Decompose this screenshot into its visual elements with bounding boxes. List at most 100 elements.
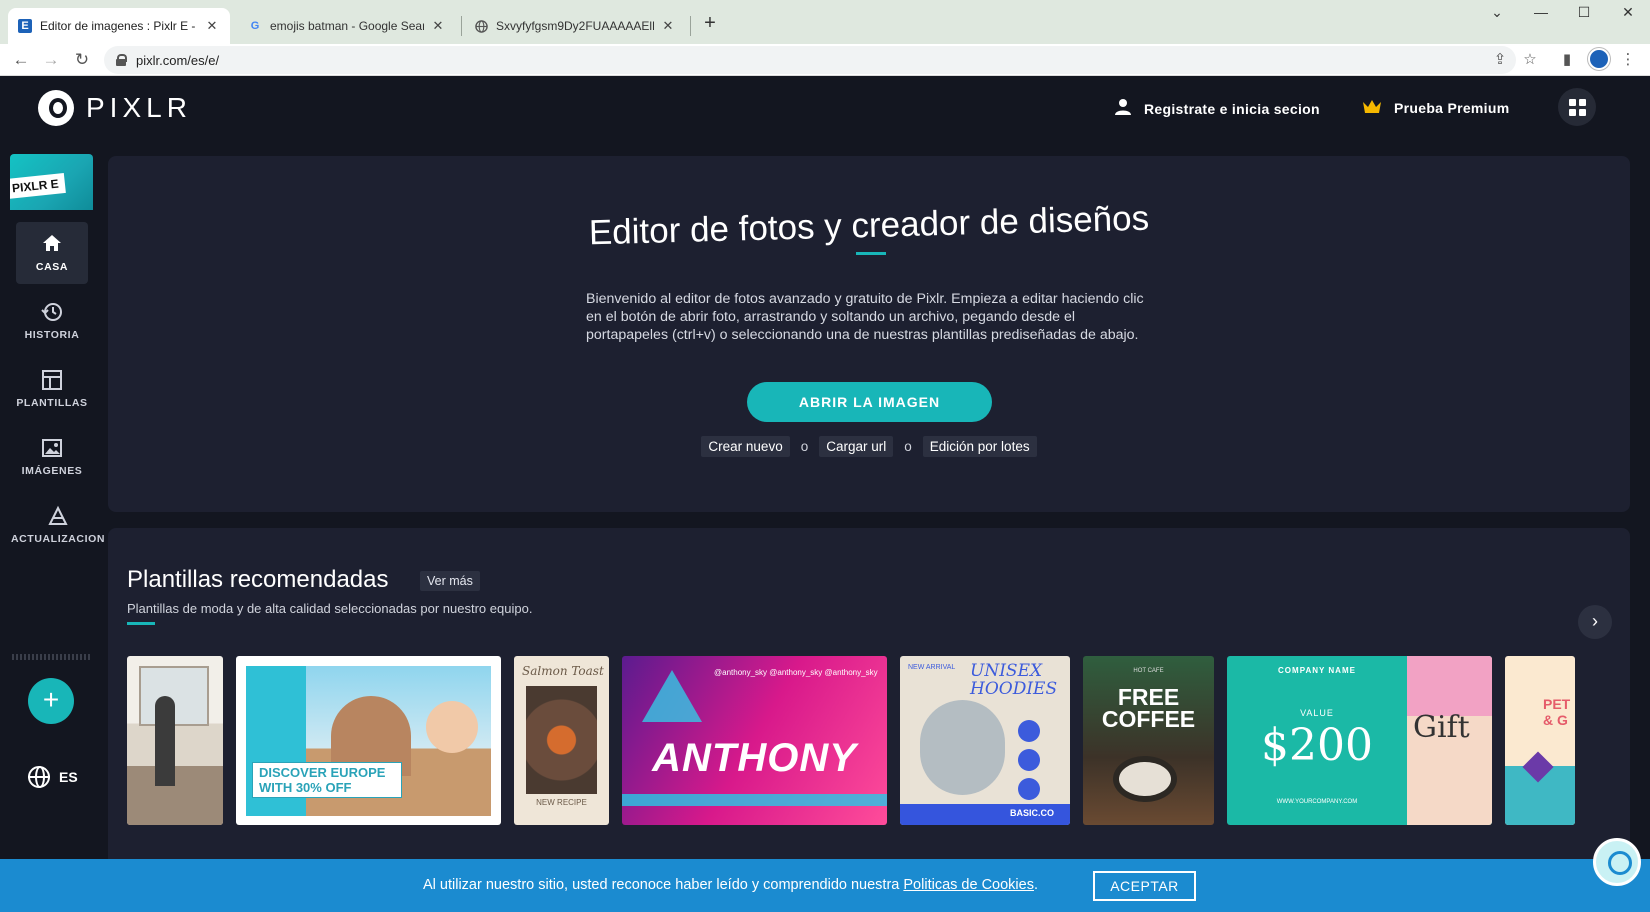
browser-toolbar: ← → ↻ pixlr.com/es/e/ ⇪ ☆ ▮ ⋮ [0,44,1650,76]
update-icon [47,505,69,529]
templates-title: Plantillas recomendadas [127,566,389,593]
premium-link[interactable]: Prueba Premium [1362,98,1509,117]
coffee-cup-icon [1113,756,1177,802]
globe-favicon-icon [474,19,488,33]
tab-pixlr[interactable]: E Editor de imagenes : Pixlr E - Gra ✕ [8,8,230,44]
maximize-icon[interactable]: ☐ [1569,4,1599,21]
sidebar-item-label: PLANTILLAS [16,397,88,409]
address-bar[interactable]: pixlr.com/es/e/ [104,46,1516,74]
alternative-actions: Crear nuevo o Cargar url o Edición por l… [108,436,1630,457]
tab-title: Sxvyfyfgsm9Dy2FUAAAAAElFTkSu [496,19,654,33]
language-label: ES [59,769,78,785]
pixlr-logo-icon [38,90,74,126]
help-widget-icon[interactable] [1593,838,1641,886]
sidebar: PIXLR E CASA HISTORIA PLANTILLAS IMÁGENE… [10,154,104,912]
tab-separator [461,16,462,36]
sidebar-item-actualizacion[interactable]: ACTUALIZACION [11,494,104,556]
lock-icon [116,54,127,66]
template-card-europe[interactable]: DISCOVER EUROPE WITH 30% OFF [236,656,501,825]
globe-icon [28,766,50,788]
close-tab-icon[interactable]: ✕ [430,18,446,34]
template-card-recipe[interactable]: Salmon Toast NEW RECIPE [514,656,609,825]
sidebar-item-label: HISTORIA [24,329,80,341]
grid-dot [1578,98,1586,106]
share-icon[interactable]: ⇪ [1488,48,1512,72]
load-url-link[interactable]: Cargar url [819,436,894,457]
sidebar-item-casa[interactable]: CASA [16,222,88,284]
templates-subtitle: Plantillas de moda y de alta calidad sel… [127,601,533,616]
voucher-value-label: VALUE [1300,708,1334,718]
browser-menu-icon[interactable]: ⋮ [1616,48,1640,72]
template-card-anthony[interactable]: @anthony_sky @anthony_sky @anthony_sky A… [622,656,887,825]
apps-grid-button[interactable] [1558,88,1596,126]
side-panel-icon[interactable]: ▮ [1555,48,1579,72]
premium-label: Prueba Premium [1394,99,1510,116]
close-tab-icon[interactable]: ✕ [204,18,220,34]
template-card-kitchen[interactable] [127,656,223,825]
hero-panel: Editor de fotos y creador de diseños Bie… [108,156,1630,512]
signin-label: Registrate e inicia secion [1144,100,1320,117]
grid-dot [1568,98,1576,106]
see-more-button[interactable]: Ver más [420,571,480,591]
sidebar-item-imagenes[interactable]: IMÁGENES [16,426,88,488]
logo-text: PIXLR [86,92,192,123]
smiley-icon [1018,778,1040,800]
sidebar-divider [12,654,92,660]
pixlr-app: PIXLR Registrate e inicia secion Prueba … [0,76,1650,912]
browser-tab-strip: E Editor de imagenes : Pixlr E - Gra ✕ G… [0,0,1650,44]
voucher-company: COMPANY NAME [1278,666,1356,675]
cookie-suffix: . [1033,877,1038,893]
template-card-hoodies[interactable]: NEW ARRIVAL UNISEX HOODIES BASIC.CO [900,656,1070,825]
close-tab-icon[interactable]: ✕ [660,18,676,34]
open-image-button[interactable]: ABRIR LA IMAGEN [747,382,992,422]
sidebar-item-plantillas[interactable]: PLANTILLAS [16,358,88,420]
template-card-voucher[interactable]: COMPANY NAME VALUE $200 WWW.YOURCOMPANY.… [1227,656,1492,825]
reload-icon[interactable]: ↻ [70,48,94,72]
close-window-icon[interactable]: ✕ [1613,4,1643,21]
template-card-pet[interactable]: PET & G [1505,656,1575,825]
forward-arrow-icon[interactable]: → [39,48,63,72]
bookmark-star-icon[interactable]: ☆ [1518,48,1542,72]
hero-description: Bienvenido al editor de fotos avanzado y… [586,291,1144,343]
template-art [642,670,702,722]
create-new-link[interactable]: Crear nuevo [701,436,790,457]
template-art [622,794,887,806]
tab-google-search[interactable]: G emojis batman - Google Search ✕ [238,8,456,44]
minimize-icon[interactable]: — [1526,4,1556,20]
sidebar-item-historia[interactable]: HISTORIA [16,290,88,352]
tab-title: emojis batman - Google Search [270,19,424,33]
template-art [155,696,175,786]
template-text: DISCOVER EUROPE WITH 30% OFF [252,762,402,798]
template-card-coffee[interactable]: HOT CAFE FREE COFFEE [1083,656,1214,825]
signin-link[interactable]: Registrate e inicia secion [1114,98,1320,119]
coffee-small-text: HOT CAFE [1133,668,1164,674]
google-favicon-icon: G [250,20,260,32]
accept-cookies-button[interactable]: ACEPTAR [1093,871,1196,901]
cookie-policy-link[interactable]: Politicas de Cookies [903,877,1034,893]
carousel-next-chevron-icon[interactable]: › [1578,605,1612,639]
template-art [526,686,597,794]
language-selector[interactable]: ES [28,766,78,788]
templates-panel: Plantillas recomendadas Ver más Plantill… [108,528,1630,912]
back-arrow-icon[interactable]: ← [9,48,33,72]
add-button[interactable]: + [28,678,74,724]
crown-icon [1362,98,1382,117]
pixlr-logo[interactable]: PIXLR [38,90,192,126]
tab-search-chevron-icon[interactable]: ⌄ [1482,4,1512,21]
sidebar-item-label: ACTUALIZACION [10,533,106,545]
url-text: pixlr.com/es/e/ [136,52,220,68]
new-tab-button[interactable]: + [698,12,722,35]
tab-title: Editor de imagenes : Pixlr E - Gra [40,19,198,33]
smiley-icon [1018,720,1040,742]
sidebar-item-label: CASA [35,261,69,273]
europe-line2: WITH 30% OFF [259,780,352,795]
profile-avatar[interactable] [1588,48,1610,70]
tab-separator [690,16,691,36]
hoodies-title: UNISEX HOODIES [970,661,1058,699]
tab-image-data[interactable]: Sxvyfyfgsm9Dy2FUAAAAAElFTkSu ✕ [464,8,686,44]
pixlr-e-brand-tile[interactable]: PIXLR E [10,154,93,210]
cookie-text: Al utilizar nuestro sitio, usted reconoc… [423,877,900,893]
batch-edit-link[interactable]: Edición por lotes [922,436,1037,457]
sidebar-item-label: IMÁGENES [21,465,83,477]
recipe-footer: NEW RECIPE [536,798,587,807]
